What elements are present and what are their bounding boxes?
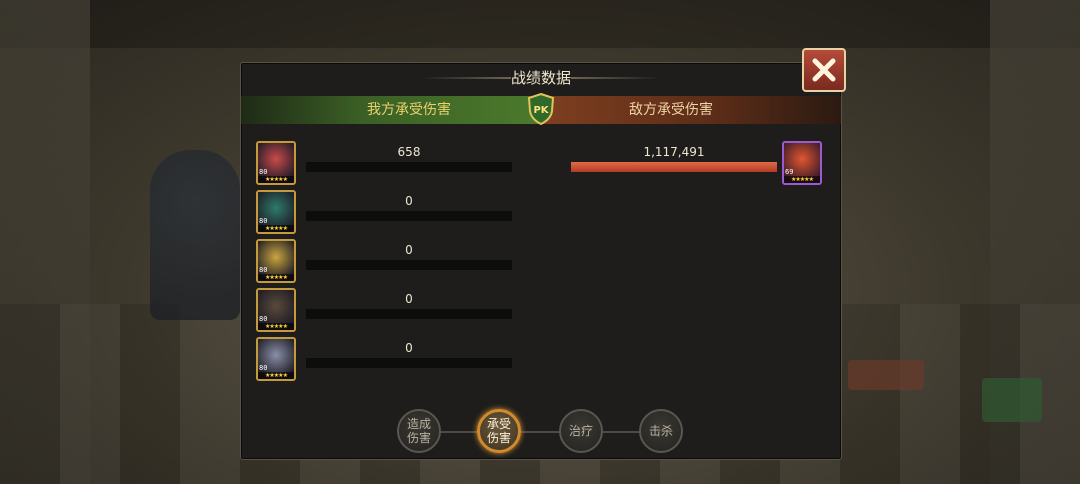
close-x-icon — [812, 58, 836, 82]
panel-title: 战绩数据 — [510, 69, 571, 87]
title-ornament-right — [571, 77, 661, 79]
background-top-bar — [0, 0, 1080, 48]
hero-level: 80 — [259, 217, 268, 225]
tab-label: 治疗 — [568, 424, 593, 438]
ally-damage-value: 0 — [405, 194, 413, 208]
ally-header-label: 我方承受伤害 — [367, 102, 451, 118]
enemy-header-label: 敌方承受伤害 — [629, 102, 713, 118]
tab-damage-taken[interactable]: 承受 伤害 — [477, 409, 521, 453]
tab-label: 伤害 — [406, 431, 431, 445]
team-header-row: 我方承受伤害 敌方承受伤害 PK — [241, 93, 841, 125]
enemy-red-beast-portrait: 69 ★★★★★ — [782, 141, 822, 185]
background-character — [150, 150, 240, 320]
battle-stats-panel: 战绩数据 我方承受伤害 敌方承受伤害 PK 80 ★★★★★ 658 80 ★★★★★ 0… — [240, 62, 842, 460]
enemy-level: 69 — [785, 168, 794, 176]
ally-damage-bar — [306, 211, 512, 221]
hero-stars: ★★★★★ — [258, 372, 294, 379]
tab-connector-line — [419, 431, 669, 433]
ally-damage-value: 658 — [397, 145, 421, 159]
ally-damage-bar — [306, 309, 512, 319]
hero-level: 80 — [259, 364, 268, 372]
hero-level: 80 — [259, 266, 268, 274]
hero-stars: ★★★★★ — [258, 176, 294, 183]
close-button[interactable] — [802, 48, 846, 92]
tab-label: 造成 — [406, 417, 431, 431]
hero-green-medusa-portrait: 80 ★★★★★ — [256, 190, 296, 234]
title-ornament-left — [421, 77, 511, 79]
tab-healing[interactable]: 治疗 — [559, 409, 603, 453]
ally-damage-value: 0 — [405, 292, 413, 306]
pk-badge-text: PK — [533, 105, 549, 116]
ally-damage-bar — [306, 358, 512, 368]
background-button-red — [848, 360, 924, 390]
hero-stars: ★★★★★ — [258, 225, 294, 232]
tab-label: 伤害 — [486, 431, 511, 445]
hero-silver-hair-portrait: 80 ★★★★★ — [256, 337, 296, 381]
enemy-damage-value: 1,117,491 — [643, 145, 705, 159]
hero-blonde-portrait: 80 ★★★★★ — [256, 239, 296, 283]
ally-damage-value: 0 — [405, 243, 413, 257]
stat-tabs: 造成 伤害 承受 伤害 治疗 击杀 — [241, 403, 841, 459]
hero-stars: ★★★★★ — [258, 274, 294, 281]
tab-damage-dealt[interactable]: 造成 伤害 — [397, 409, 441, 453]
panel-title-bar: 战绩数据 — [241, 63, 841, 95]
hero-level: 80 — [259, 315, 268, 323]
ally-damage-value: 0 — [405, 341, 413, 355]
tab-kills[interactable]: 击杀 — [639, 409, 683, 453]
ally-damage-bar — [306, 260, 512, 270]
hero-level: 80 — [259, 168, 268, 176]
tab-label: 承受 — [486, 417, 511, 431]
hero-red-hair-portrait: 80 ★★★★★ — [256, 141, 296, 185]
background-button-green — [982, 378, 1042, 422]
enemy-damage-bar — [571, 162, 777, 172]
hero-masked-dark-portrait: 80 ★★★★★ — [256, 288, 296, 332]
hero-stars: ★★★★★ — [258, 323, 294, 330]
enemy-damage-bar-fill — [571, 162, 777, 172]
ally-damage-bar — [306, 162, 512, 172]
enemy-stars: ★★★★★ — [784, 176, 820, 183]
tab-label: 击杀 — [648, 424, 673, 438]
pk-shield-icon: PK — [527, 93, 555, 125]
